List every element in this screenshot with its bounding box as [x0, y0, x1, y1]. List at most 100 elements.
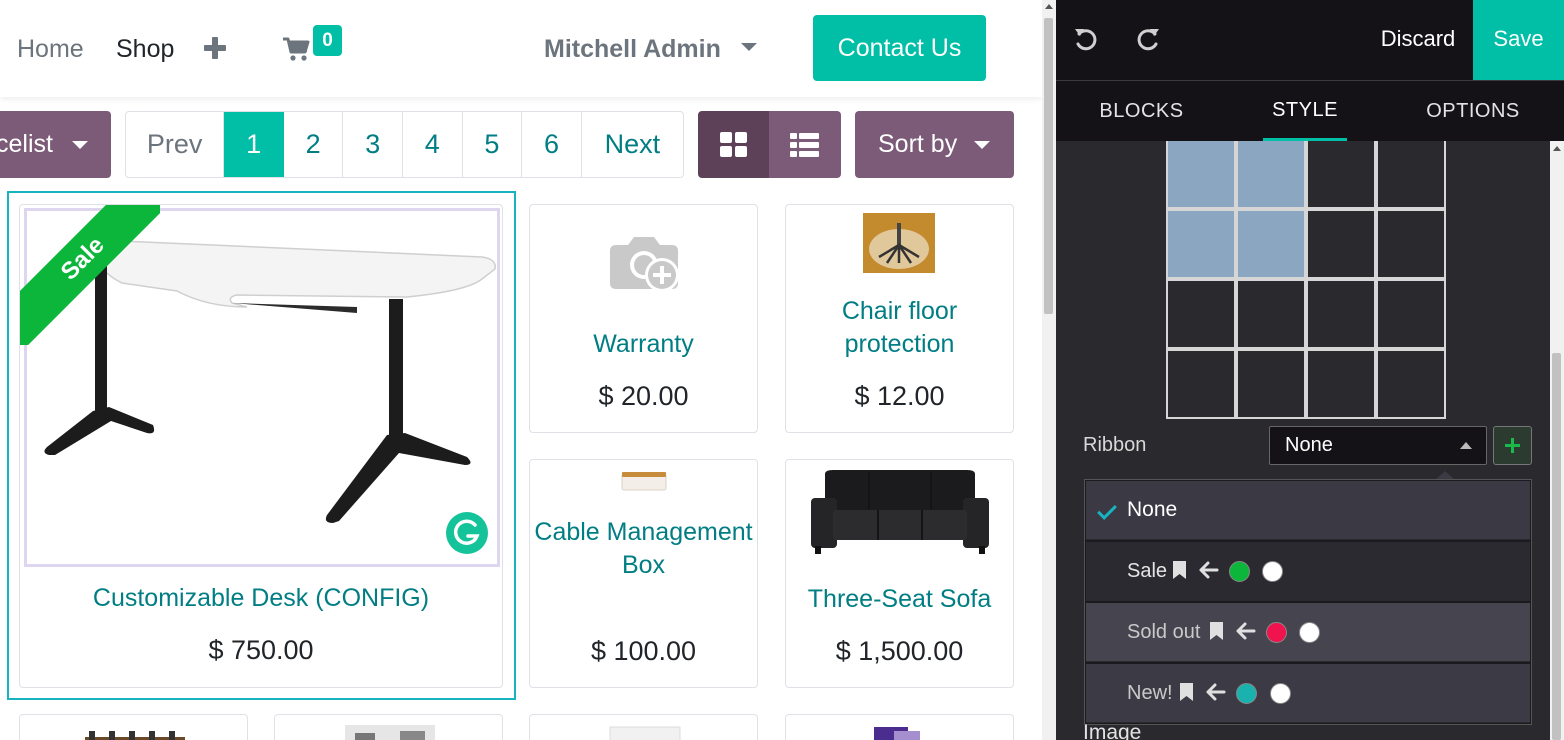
pager-page-1[interactable]: 1: [224, 112, 284, 177]
grid-cell[interactable]: [1166, 209, 1236, 279]
pager-page-2[interactable]: 2: [284, 112, 344, 177]
product-price: $ 100.00: [590, 636, 697, 666]
product-card[interactable]: Three-Seat Sofa $ 1,500.00: [785, 459, 1014, 688]
add-ribbon-button[interactable]: [1493, 426, 1532, 465]
grid-cell[interactable]: [1376, 349, 1446, 419]
grid-cell[interactable]: [1306, 279, 1376, 349]
product-price: $ 20.00: [598, 381, 689, 411]
scroll-up-arrow-icon[interactable]: [1045, 4, 1053, 9]
grid-cell[interactable]: [1306, 209, 1376, 279]
ribbon-option-new[interactable]: New!: [1086, 664, 1530, 723]
pager-page-5[interactable]: 5: [463, 112, 523, 177]
sort-by-dropdown[interactable]: Sort by: [855, 111, 1014, 178]
product-card[interactable]: [19, 714, 248, 740]
grid-cell[interactable]: [1376, 279, 1446, 349]
grid-cell[interactable]: [1166, 349, 1236, 419]
arrow-left-icon: [1236, 622, 1256, 640]
ribbon-text-color-swatch: [1270, 683, 1291, 704]
scrollbar-thumb[interactable]: [1044, 18, 1053, 314]
ribbon-option-none[interactable]: None: [1086, 481, 1530, 540]
grid-cell[interactable]: [1306, 349, 1376, 419]
nav-link-shop[interactable]: Shop: [116, 34, 174, 64]
grid-cell[interactable]: [1236, 279, 1306, 349]
ribbon-option-label: None: [1127, 498, 1178, 521]
website-scrollbar[interactable]: [1042, 0, 1056, 740]
ribbon-text-color-swatch: [1299, 622, 1320, 643]
editor-scrollbar[interactable]: [1550, 141, 1564, 740]
grid-cell[interactable]: [1306, 141, 1376, 209]
grid-cell[interactable]: [1166, 279, 1236, 349]
user-menu[interactable]: Mitchell Admin: [544, 34, 721, 64]
grid-cell[interactable]: [1236, 141, 1306, 209]
ribbon-select[interactable]: None: [1269, 426, 1487, 465]
product-card[interactable]: [274, 714, 503, 740]
grid-cell[interactable]: [1376, 141, 1446, 209]
pager-prev[interactable]: Prev: [126, 112, 225, 177]
grid-cell[interactable]: [1376, 209, 1446, 279]
redo-icon[interactable]: [1134, 25, 1162, 53]
scrollbar-thumb[interactable]: [1552, 353, 1561, 740]
grid-cell[interactable]: [1236, 209, 1306, 279]
editor-tabs: BLOCKS STYLE OPTIONS: [1056, 80, 1564, 141]
nav-link-home[interactable]: Home: [17, 34, 84, 64]
plus-icon[interactable]: [202, 34, 228, 62]
website-preview: Home Shop 0 Mitchell Admin Contact Us ce…: [0, 0, 1042, 740]
checkmark-icon: [1097, 500, 1117, 520]
tab-style[interactable]: STYLE: [1263, 81, 1347, 141]
product-size-grid[interactable]: [1166, 141, 1448, 419]
product-ribbon: Sale: [20, 205, 160, 345]
list-view-button[interactable]: [769, 111, 841, 178]
product-name[interactable]: Cable Management Box: [530, 516, 757, 582]
undo-icon[interactable]: [1072, 25, 1100, 53]
product-name[interactable]: Three-Seat Sofa: [786, 583, 1013, 616]
ribbon-option-sold-out[interactable]: Sold out: [1086, 603, 1530, 662]
editor-options-body: Ribbon None None Sale Sold out New! Imag…: [1056, 141, 1550, 740]
grammarly-g-icon: [453, 519, 480, 545]
product-thumbnail: [874, 727, 920, 740]
scroll-up-arrow-icon[interactable]: [1553, 146, 1561, 151]
product-price: $ 12.00: [854, 381, 945, 411]
product-name[interactable]: Customizable Desk (CONFIG): [20, 582, 502, 615]
product-thumbnail: [609, 726, 681, 740]
discard-button[interactable]: Discard: [1362, 0, 1474, 80]
pricelist-label: celist: [0, 130, 53, 158]
camera-add-icon: [610, 237, 679, 292]
product-card[interactable]: Warranty $ 20.00: [529, 204, 758, 433]
chair-mat-image: [863, 213, 935, 273]
product-name[interactable]: Chair floor protection: [786, 295, 1013, 361]
grid-cell[interactable]: [1236, 349, 1306, 419]
grammarly-icon[interactable]: [446, 512, 488, 554]
ribbon-option-label: New!: [1127, 682, 1173, 704]
shopping-cart-icon[interactable]: [282, 36, 310, 62]
arrow-left-icon: [1199, 561, 1219, 579]
product-card[interactable]: [529, 714, 758, 740]
caret-down-icon: [741, 43, 757, 51]
tab-options[interactable]: OPTIONS: [1408, 81, 1538, 141]
editor-panel: Discard Save BLOCKS STYLE OPTIONS Ribbon…: [1056, 0, 1564, 740]
pagination: Prev 1 2 3 4 5 6 Next: [125, 111, 684, 178]
image-option-label: Image: [1083, 721, 1142, 740]
product-card[interactable]: Chair floor protection $ 12.00: [785, 204, 1014, 433]
bookmark-icon: [1173, 561, 1186, 579]
cable-box-image: [621, 472, 667, 491]
pager-next[interactable]: Next: [582, 112, 683, 177]
product-card[interactable]: Sale Customizable Desk (CONFIG) $ 750.00: [19, 204, 503, 688]
pager-page-3[interactable]: 3: [343, 112, 404, 177]
arrow-left-icon: [1206, 683, 1226, 701]
tab-blocks[interactable]: BLOCKS: [1074, 81, 1209, 141]
grid-cell[interactable]: [1166, 141, 1236, 209]
product-card[interactable]: Cable Management Box $ 100.00: [529, 459, 758, 688]
product-card[interactable]: [785, 714, 1014, 740]
ribbon-option-label: Ribbon: [1083, 434, 1147, 456]
contact-us-button[interactable]: Contact Us: [813, 15, 986, 81]
editor-topbar: Discard Save: [1056, 0, 1564, 80]
product-price: $ 1,500.00: [835, 636, 964, 666]
grid-view-button[interactable]: [698, 111, 769, 178]
ribbon-select-value: None: [1285, 434, 1333, 456]
pager-page-6[interactable]: 6: [522, 112, 582, 177]
pager-page-4[interactable]: 4: [403, 112, 463, 177]
ribbon-option-sale[interactable]: Sale: [1086, 542, 1530, 601]
pricelist-dropdown[interactable]: celist: [0, 111, 111, 178]
product-name[interactable]: Warranty: [530, 328, 757, 361]
save-button[interactable]: Save: [1473, 0, 1564, 80]
